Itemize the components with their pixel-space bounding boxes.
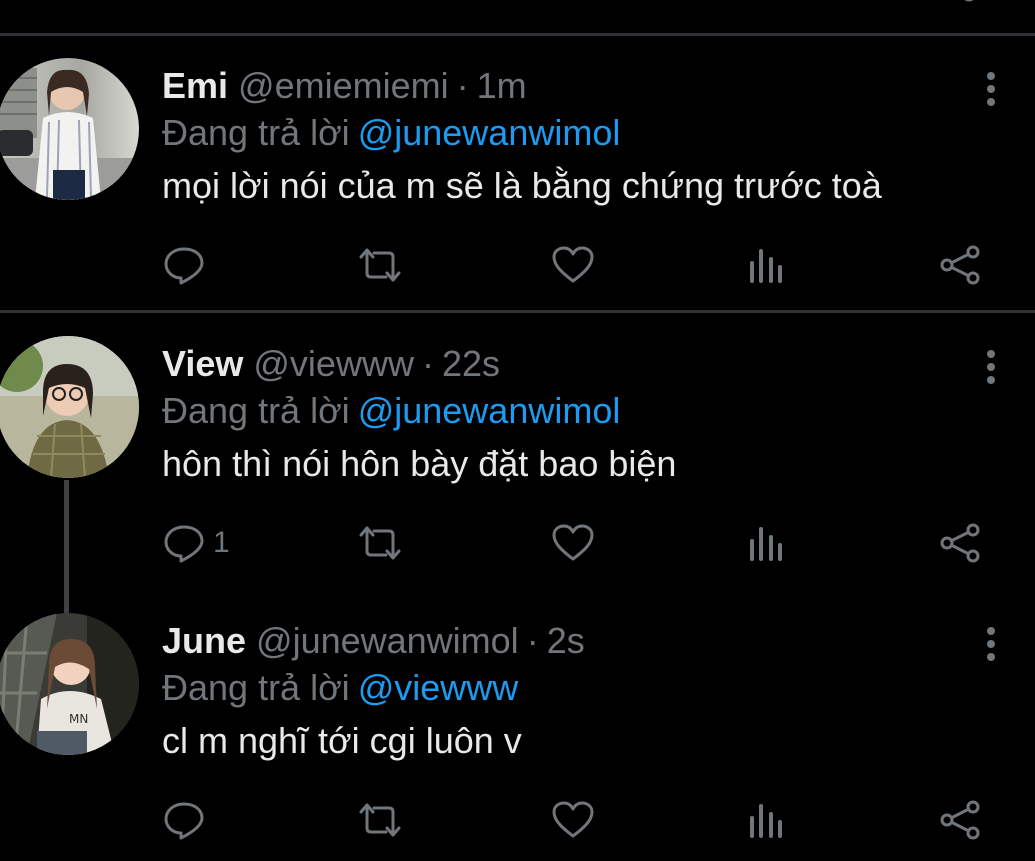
share-icon	[940, 523, 980, 563]
action-bar	[0, 240, 1035, 290]
tweet-view[interactable]: View @viewww · 22s Đang trả lời @junewanw…	[0, 336, 1035, 620]
more-icon[interactable]	[977, 348, 1005, 386]
display-name[interactable]: June	[162, 620, 246, 662]
reply-button[interactable]	[163, 795, 213, 845]
svg-text:MN: MN	[69, 712, 88, 726]
divider	[0, 310, 1035, 313]
action-bar: 1	[0, 518, 1035, 568]
mention-link[interactable]: @junewanwimol	[358, 390, 621, 431]
like-icon	[552, 801, 594, 838]
separator-dot: ·	[421, 343, 434, 384]
reply-icon	[164, 802, 204, 840]
replying-to-label: Đang trả lời	[162, 667, 350, 708]
reply-icon[interactable]	[166, 0, 206, 10]
avatar[interactable]: MN	[0, 613, 139, 755]
separator-dot: ·	[456, 65, 469, 106]
timestamp[interactable]: 22s	[442, 343, 500, 385]
like-button[interactable]	[551, 795, 595, 845]
share-icon[interactable]	[955, 0, 995, 10]
mention-link[interactable]: @junewanwimol	[358, 112, 621, 153]
avatar[interactable]	[0, 336, 139, 478]
timestamp[interactable]: 1m	[477, 65, 527, 107]
analytics-icon	[750, 804, 782, 838]
display-name[interactable]: View	[162, 343, 243, 385]
retweet-button[interactable]	[356, 240, 404, 290]
share-button[interactable]	[938, 240, 982, 290]
analytics-icon[interactable]	[748, 0, 788, 10]
replying-to: Đang trả lời @junewanwimol	[162, 390, 620, 432]
analytics-button[interactable]	[747, 240, 787, 290]
retweet-icon	[359, 803, 401, 837]
like-icon[interactable]	[555, 0, 595, 10]
replying-to-label: Đang trả lời	[162, 112, 350, 153]
tweet-june[interactable]: MN June @junewanwimol · 2s Đang trả lời @…	[0, 613, 1035, 861]
reply-count: 1	[213, 526, 230, 559]
retweet-icon	[359, 526, 401, 560]
display-name[interactable]: Emi	[162, 65, 228, 107]
avatar[interactable]	[0, 58, 139, 200]
more-icon[interactable]	[977, 625, 1005, 663]
like-icon	[552, 524, 594, 561]
reply-button[interactable]	[163, 240, 213, 290]
action-bar	[0, 795, 1035, 845]
analytics-icon	[750, 249, 782, 283]
user-handle[interactable]: @viewww	[253, 343, 414, 385]
replying-to: Đang trả lời @junewanwimol	[162, 112, 620, 154]
like-button[interactable]	[551, 240, 595, 290]
retweet-button[interactable]	[356, 795, 404, 845]
tweet-header: June @junewanwimol · 2s	[162, 617, 585, 665]
share-icon	[940, 800, 980, 840]
tweet-text: hôn thì nói hôn bày đặt bao biện	[162, 443, 677, 484]
replying-to-label: Đang trả lời	[162, 390, 350, 431]
retweet-icon[interactable]	[356, 0, 396, 10]
user-handle[interactable]: @emiemiemi	[238, 65, 449, 107]
share-button[interactable]	[938, 795, 982, 845]
timestamp[interactable]: 2s	[547, 620, 585, 662]
reply-icon	[164, 525, 204, 563]
divider	[0, 33, 1035, 36]
like-button[interactable]	[551, 518, 595, 568]
analytics-button[interactable]	[747, 518, 787, 568]
like-icon	[552, 246, 594, 283]
tweet-text: cl m nghĩ tới cgi luôn v	[162, 720, 522, 761]
tweet-text: mọi lời nói của m sẽ là bằng chứng trước…	[162, 165, 882, 206]
mention-link[interactable]: @viewww	[358, 667, 519, 708]
previous-tweet-actions	[0, 0, 1035, 34]
user-handle[interactable]: @junewanwimol	[256, 620, 519, 662]
tweet-emi[interactable]: Emi @emiemiemi · 1m Đang trả lời @junewan…	[0, 58, 1035, 310]
analytics-icon	[750, 527, 782, 561]
reply-icon	[164, 247, 204, 285]
analytics-button[interactable]	[747, 795, 787, 845]
share-button[interactable]	[938, 518, 982, 568]
replying-to: Đang trả lời @viewww	[162, 667, 518, 709]
tweet-header: Emi @emiemiemi · 1m	[162, 62, 527, 110]
retweet-button[interactable]	[356, 518, 404, 568]
reply-button[interactable]: 1	[163, 518, 230, 568]
separator-dot: ·	[526, 620, 539, 661]
more-icon[interactable]	[977, 70, 1005, 108]
share-icon	[940, 245, 980, 285]
retweet-icon	[359, 248, 401, 282]
tweet-header: View @viewww · 22s	[162, 340, 500, 388]
